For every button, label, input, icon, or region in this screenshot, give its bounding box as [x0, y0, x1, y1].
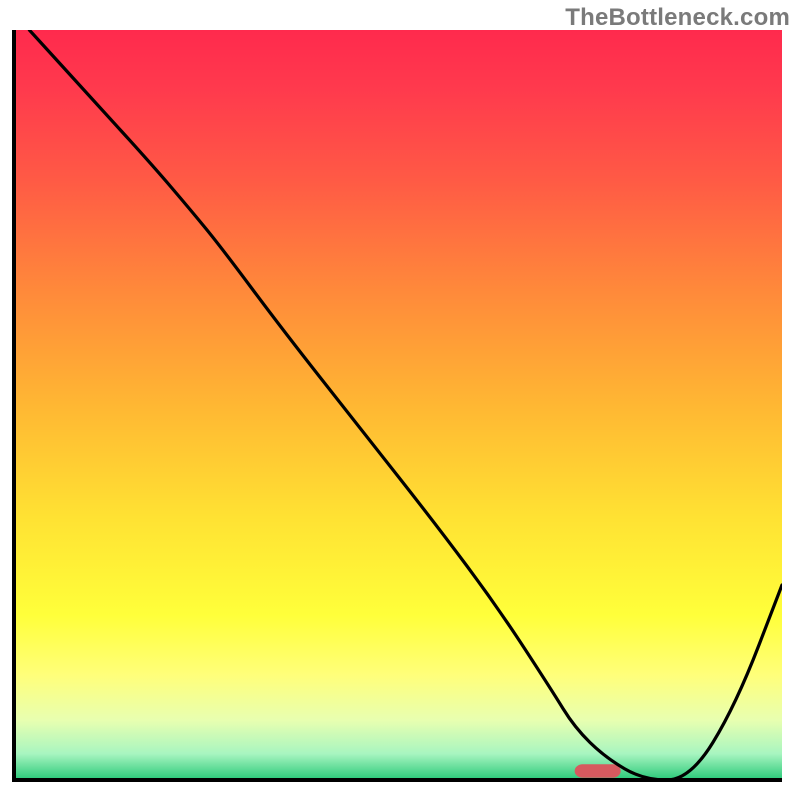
optimal-marker [575, 764, 621, 778]
chart-container: TheBottleneck.com [0, 0, 800, 800]
bottleneck-chart [0, 0, 800, 800]
watermark-label: TheBottleneck.com [565, 4, 790, 32]
plot-background [14, 30, 782, 780]
